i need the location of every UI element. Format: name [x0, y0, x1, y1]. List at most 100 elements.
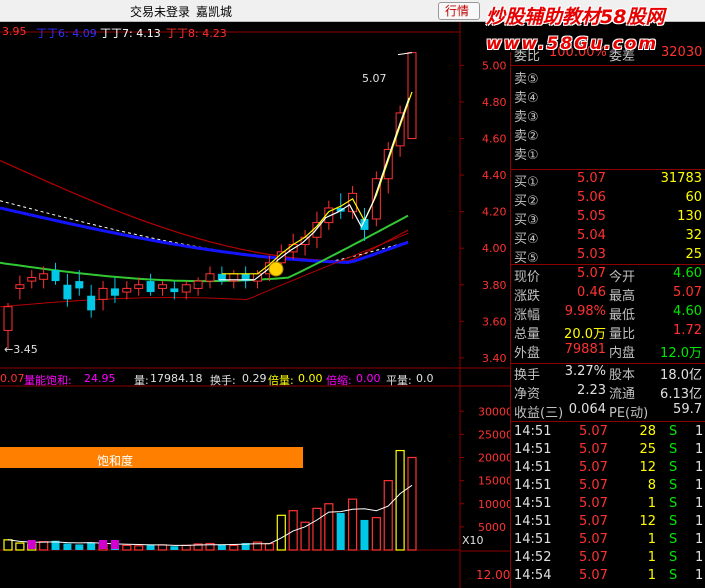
sell-row: 卖③	[511, 106, 705, 125]
stat-label: 现价	[514, 270, 541, 285]
ma-line-blue	[0, 206, 409, 264]
volume-label: 量:	[134, 374, 149, 387]
candle-body	[181, 284, 191, 293]
buy-price: 5.06	[577, 190, 606, 205]
saturation-value: 24.95	[84, 372, 116, 385]
tick-row[interactable]: 14:51 5.07 8 S 1	[511, 478, 705, 497]
volume-bar	[383, 480, 393, 551]
tick-row[interactable]: 14:51 5.07 12 S 1	[511, 460, 705, 479]
tick-volume: 1	[647, 568, 656, 583]
login-status: 交易未登录	[130, 5, 191, 19]
watermark-url: www.58Gu.com	[486, 34, 659, 54]
candle-body	[87, 295, 96, 311]
volume-axis-label: 15000	[478, 475, 510, 488]
tick-volume: 1	[647, 532, 656, 547]
candle-body	[407, 52, 417, 140]
volume-bar	[3, 539, 13, 551]
sell-row: 卖②	[511, 125, 705, 144]
candle-body	[348, 192, 358, 213]
fundamental-row: 收益(三) 0.064 PE(动) 59.7	[511, 402, 705, 421]
sell-label: 卖④	[514, 91, 539, 106]
tick-row[interactable]: 14:51 5.07 25 S 1	[511, 442, 705, 461]
tick-volume: 8	[647, 478, 656, 493]
tick-side: S	[669, 442, 678, 457]
stat-label: 外盘	[514, 346, 541, 361]
stat-value: 4.60	[673, 266, 702, 281]
stock-name: 嘉凯城	[196, 5, 233, 19]
quote-panel: 委比 100.00% 委差 32030 卖⑤ 卖④ 卖③ 卖② 卖① 买① 5.07 317…	[510, 45, 705, 588]
saturation-label: 量能饱和:	[24, 374, 72, 387]
candle-body	[205, 273, 215, 282]
fundamental-row: 净资 2.23 流通 6.13亿	[511, 383, 705, 402]
tick-time: 14:52	[514, 550, 552, 565]
tick-time: 14:51	[514, 460, 552, 475]
stat-label: 量比	[609, 327, 636, 342]
buy-volume: 31783	[660, 171, 702, 186]
tick-time: 14:51	[514, 532, 552, 547]
tick-volume: 1	[647, 550, 656, 565]
tick-time: 14:51	[514, 442, 552, 457]
high-mark-label: 5.07	[362, 72, 387, 85]
volume-bar	[395, 449, 405, 551]
tick-count: 1	[695, 514, 704, 529]
indicator-value: 0.07	[0, 372, 25, 385]
tick-row[interactable]: 14:51 5.07 1 S 1	[511, 532, 705, 551]
stat-label: 最低	[609, 308, 636, 323]
stat-value: 20.0万	[564, 327, 606, 342]
price-axis-label: 3.40	[482, 352, 507, 365]
low-mark-label: ←3.45	[4, 343, 38, 356]
price-axis-label: 4.40	[482, 169, 507, 182]
buy-label: 买④	[514, 232, 539, 247]
tick-price: 5.07	[579, 460, 608, 475]
multiple-label: 倍量:	[268, 374, 294, 387]
tick-row[interactable]: 14:51 5.07 28 S 1	[511, 424, 705, 443]
tick-row[interactable]: 14:54 5.07 1 S 1	[511, 568, 705, 587]
tick-price: 5.07	[579, 550, 608, 565]
stat-value: 79881	[564, 342, 606, 357]
buy-price: 5.03	[577, 247, 606, 262]
fundamental-value: 59.7	[673, 402, 702, 417]
stat-value: 1.72	[673, 323, 702, 338]
buy-row: 买① 5.07 31783	[511, 171, 705, 190]
turnover-label: 换手:	[210, 374, 236, 387]
trade-button[interactable]: 行情	[438, 2, 480, 20]
buy-price: 5.05	[577, 209, 606, 224]
stat-label: 涨跌	[514, 289, 541, 304]
stat-row: 外盘 79881 内盘 12.0万	[511, 342, 705, 361]
kline-chart[interactable]: 5.004.804.604.404.204.003.803.603.403000…	[0, 22, 510, 588]
stat-label: 总量	[514, 327, 541, 342]
candle-body	[122, 287, 132, 293]
tick-side: S	[669, 478, 678, 493]
volume-bar	[181, 544, 191, 551]
volume-bar	[15, 542, 25, 551]
watermark-logo: 炒股辅助教材58股网 www.58Gu.com	[484, 0, 705, 62]
fundamental-label: 净资	[514, 387, 541, 402]
candle-body	[3, 306, 13, 331]
tick-count: 1	[695, 478, 704, 493]
sell-label: 卖⑤	[514, 72, 539, 87]
candle-body	[98, 287, 108, 300]
tick-side: S	[669, 550, 678, 565]
tick-row[interactable]: 14:52 5.07 1 S 1	[511, 550, 705, 569]
fundamental-label: 换手	[514, 368, 541, 383]
volume-bar	[336, 513, 345, 550]
buy-volume: 25	[685, 247, 702, 262]
volume-axis-label: 5000	[478, 521, 506, 534]
price-axis-label: 4.80	[482, 96, 507, 109]
volume-axis-label: 25000	[478, 428, 510, 441]
tick-side: S	[669, 568, 678, 583]
tick-row[interactable]: 14:51 5.07 12 S 1	[511, 514, 705, 533]
buy-row: 买③ 5.05 130	[511, 209, 705, 228]
tick-price: 5.07	[579, 478, 608, 493]
candle-body	[170, 288, 179, 293]
candle-body	[75, 281, 84, 289]
volume-value: 17984.18	[150, 372, 203, 385]
kline-chart-area[interactable]: 5.00 4.80 4.60 4.40 4.20 4.00 3.80 3.60 3.40 3000…	[0, 22, 510, 588]
tick-row[interactable]: 14:51 5.07 1 S 1	[511, 496, 705, 515]
price-axis-label: 4.20	[482, 206, 507, 219]
volume-bar	[134, 545, 144, 551]
price-axis-label: 3.80	[482, 279, 507, 292]
stat-label: 最高	[609, 289, 636, 304]
stat-value: 9.98%	[564, 304, 606, 319]
fundamental-label: 收益(三)	[514, 406, 564, 421]
